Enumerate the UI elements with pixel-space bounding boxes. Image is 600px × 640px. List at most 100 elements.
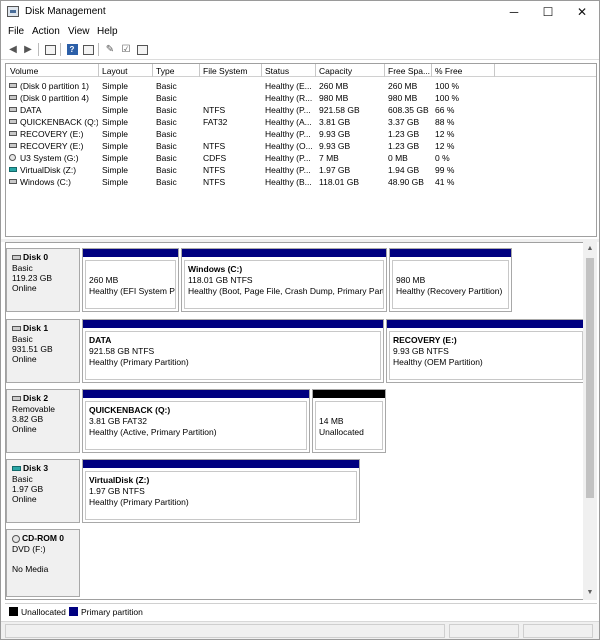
forward-icon[interactable]: ▶ — [21, 43, 35, 56]
disk-name: CD-ROM 0 — [22, 533, 65, 543]
disk-label[interactable]: Disk 2 Removable 3.82 GB Online — [6, 389, 80, 453]
toolbar: ◀ ▶ ? ✎ ☑ — [1, 40, 599, 60]
unallocated-space[interactable]: 14 MB Unallocated — [312, 389, 386, 453]
action-icon[interactable]: ✎ — [103, 43, 117, 56]
properties-icon[interactable] — [81, 43, 95, 56]
partition-name: QUICKENBACK (Q:) — [89, 405, 171, 415]
partition-info: Healthy (EFI System Par — [89, 286, 176, 296]
list-icon[interactable] — [135, 43, 149, 56]
status-cell — [449, 624, 519, 638]
volume-cell-status: Healthy (B... — [265, 177, 312, 187]
disk-name: Disk 1 — [23, 323, 49, 333]
volume-cell-volume: RECOVERY (E:) — [20, 141, 84, 151]
disk-info: DVD (F:) — [12, 544, 46, 554]
column-header-free-space[interactable]: Free Spa... — [388, 66, 430, 76]
column-header-layout[interactable]: Layout — [102, 66, 128, 76]
partition[interactable]: VirtualDisk (Z:) 1.97 GB NTFS Healthy (Pri… — [82, 459, 360, 523]
volume-row[interactable]: Windows (C:) Simple Basic NTFS Healthy (B...… — [6, 176, 596, 188]
primary-partition-bar — [387, 320, 585, 328]
column-header-percent-free[interactable]: % Free — [435, 66, 462, 76]
partition-details: Windows (C:) 118.01 GB NTFS Healthy (Boot,… — [184, 260, 384, 309]
volume-cell-capacity: 921.58 GB — [319, 105, 360, 115]
partition-info: Healthy (Primary Partition) — [89, 357, 189, 367]
primary-partition-bar — [390, 249, 511, 257]
volume-cell-free: 1.23 GB — [388, 129, 420, 139]
volume-row[interactable]: (Disk 0 partition 1) Simple Basic Healthy (… — [6, 80, 596, 92]
volume-cell-layout: Simple — [102, 141, 128, 151]
volume-cell-layout: Simple — [102, 93, 128, 103]
disk-icon — [12, 255, 21, 261]
volume-row[interactable]: (Disk 0 partition 4) Simple Basic Healthy (… — [6, 92, 596, 104]
menu-view[interactable]: View — [68, 26, 90, 37]
volume-cell-layout: Simple — [102, 105, 128, 115]
column-header-status[interactable]: Status — [265, 66, 289, 76]
volume-cell-volume: U3 System (G:) — [20, 153, 79, 163]
close-button[interactable]: ✕ — [565, 1, 599, 23]
column-header-type[interactable]: Type — [156, 66, 174, 76]
cd-drive-icon — [9, 154, 16, 161]
console-tree-icon[interactable] — [43, 43, 57, 56]
volume-cell-status: Healthy (P... — [265, 153, 311, 163]
column-header-volume[interactable]: Volume — [10, 66, 38, 76]
menu-help[interactable]: Help — [97, 26, 118, 37]
menu-action[interactable]: Action — [32, 26, 60, 37]
partition-info: 3.81 GB FAT32 — [89, 416, 147, 426]
volume-row[interactable]: DATA Simple Basic NTFS Healthy (P... 921.58 G… — [6, 104, 596, 116]
volume-cell-status: Healthy (O... — [265, 141, 313, 151]
volume-icon — [9, 179, 17, 184]
partition[interactable]: 260 MB Healthy (EFI System Par — [82, 248, 179, 312]
partition-info: Healthy (OEM Partition) — [393, 357, 483, 367]
disk-info: Basic — [12, 263, 33, 273]
volume-cell-volume: (Disk 0 partition 1) — [20, 81, 89, 91]
legend-primary-partition: Primary partition — [69, 607, 143, 617]
volume-row[interactable]: RECOVERY (E:) Simple Basic NTFS Healthy (O..… — [6, 140, 596, 152]
help-icon[interactable]: ? — [65, 43, 79, 56]
partition[interactable]: Windows (C:) 118.01 GB NTFS Healthy (Boot,… — [181, 248, 387, 312]
column-header-file-system[interactable]: File System — [203, 66, 247, 76]
volume-cell-fs: NTFS — [203, 105, 226, 115]
volume-icon — [9, 95, 17, 100]
volume-cell-volume: Windows (C:) — [20, 177, 72, 187]
volume-row[interactable]: RECOVERY (E:) Simple Basic Healthy (P... 9.9… — [6, 128, 596, 140]
disk-label[interactable]: Disk 1 Basic 931.51 GB Online — [6, 319, 80, 383]
partition[interactable]: DATA 921.58 GB NTFS Healthy (Primary Parti… — [82, 319, 384, 383]
volume-cell-pct: 0 % — [435, 153, 450, 163]
back-icon[interactable]: ◀ — [6, 43, 20, 56]
volume-cell-free: 3.37 GB — [388, 117, 420, 127]
volume-cell-capacity: 118.01 GB — [319, 177, 360, 187]
volume-row[interactable]: QUICKENBACK (Q:) Simple Basic FAT32 Healthy … — [6, 116, 596, 128]
disk-view-scrollbar[interactable]: ▲ ▼ — [583, 242, 597, 600]
partition-details: RECOVERY (E:) 9.93 GB NTFS Healthy (OEM Pa… — [389, 331, 583, 380]
column-header-capacity[interactable]: Capacity — [319, 66, 352, 76]
partition-details: QUICKENBACK (Q:) 3.81 GB FAT32 Healthy (Ac… — [85, 401, 307, 450]
disk-info: 931.51 GB — [12, 344, 53, 354]
partition[interactable]: 980 MB Healthy (Recovery Partition) — [389, 248, 512, 312]
volume-cell-capacity: 9.93 GB — [319, 129, 351, 139]
check-icon[interactable]: ☑ — [119, 43, 133, 56]
toolbar-separator — [38, 43, 39, 56]
scroll-up-icon[interactable]: ▲ — [583, 242, 597, 256]
partition[interactable]: RECOVERY (E:) 9.93 GB NTFS Healthy (OEM Pa… — [386, 319, 586, 383]
partition-info: Unallocated — [319, 427, 364, 437]
disk-label[interactable]: Disk 0 Basic 119.23 GB Online — [6, 248, 80, 312]
volume-cell-type: Basic — [156, 117, 177, 127]
volume-row[interactable]: VirtualDisk (Z:) Simple Basic NTFS Healthy (… — [6, 164, 596, 176]
scroll-down-icon[interactable]: ▼ — [583, 586, 597, 600]
volume-cell-fs: NTFS — [203, 165, 226, 175]
disk-label[interactable]: Disk 3 Basic 1.97 GB Online — [6, 459, 80, 523]
cd-rom-icon — [12, 534, 20, 543]
partition-info: 260 MB — [89, 275, 119, 285]
volume-cell-capacity: 980 MB — [319, 93, 349, 103]
volume-cell-free: 1.94 GB — [388, 165, 420, 175]
minimize-button[interactable]: ─ — [497, 1, 531, 23]
maximize-button[interactable]: ☐ — [531, 1, 565, 23]
disk-info: Online — [12, 424, 37, 434]
disk-label[interactable]: CD-ROM 0 DVD (F:) No Media — [6, 529, 80, 597]
volume-cell-free: 260 MB — [388, 81, 418, 91]
menu-file[interactable]: File — [8, 26, 24, 37]
partition[interactable]: QUICKENBACK (Q:) 3.81 GB FAT32 Healthy (Ac… — [82, 389, 310, 453]
scrollbar-thumb[interactable] — [586, 258, 594, 498]
legend-unallocated: Unallocated — [9, 607, 66, 617]
disk-name: Disk 3 — [23, 463, 49, 473]
volume-row[interactable]: U3 System (G:) Simple Basic CDFS Healthy (P.… — [6, 152, 596, 164]
